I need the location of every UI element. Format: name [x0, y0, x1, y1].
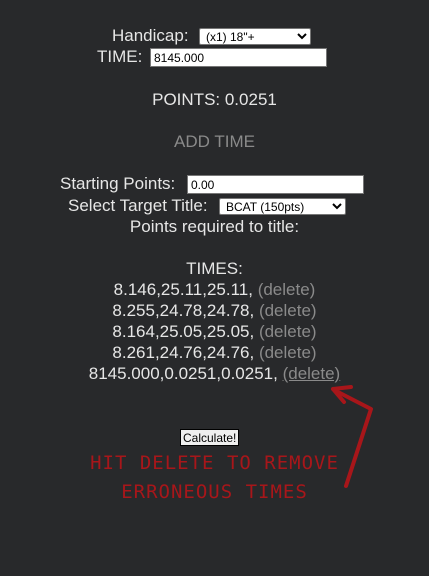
target-title-select[interactable]: BCAT (150pts) — [219, 198, 346, 215]
time-entry: 8.164,25.05,25.05, (delete) — [0, 321, 429, 342]
handicap-label: Handicap: — [112, 26, 189, 45]
time-entry-values: 8.146,25.11,25.11, — [113, 280, 253, 299]
delete-link[interactable]: (delete) — [259, 343, 317, 362]
annotation-line-1: HIT DELETE TO REMOVE — [90, 452, 339, 474]
times-header: TIMES: — [186, 259, 243, 278]
time-input[interactable] — [150, 48, 327, 67]
time-entry: 8.146,25.11,25.11, (delete) — [0, 279, 429, 300]
time-entry-values: 8145.000,0.0251,0.0251, — [88, 364, 278, 383]
time-entry-values: 8.164,25.05,25.05, — [112, 322, 255, 341]
time-entry: 8.261,24.76,24.76, (delete) — [0, 342, 429, 363]
add-time-button[interactable]: ADD TIME — [0, 132, 429, 152]
target-title-label: Select Target Title: — [68, 196, 208, 215]
time-label: TIME: — [97, 47, 143, 66]
starting-points-input[interactable] — [187, 175, 364, 194]
handicap-select[interactable]: (x1) 18"+ — [199, 28, 311, 45]
starting-points-label: Starting Points: — [60, 174, 176, 193]
delete-link[interactable]: (delete) — [258, 280, 316, 299]
time-entry-values: 8.261,24.76,24.76, — [112, 343, 255, 362]
annotation-line-2: ERRONEOUS TIMES — [121, 481, 308, 503]
time-entry-values: 8.255,24.78,24.78, — [112, 301, 255, 320]
points-required-label: Points required to title: — [129, 217, 300, 236]
points-display: POINTS: 0.0251 — [152, 90, 277, 109]
time-entry: 8.255,24.78,24.78, (delete) — [0, 300, 429, 321]
delete-link[interactable]: (delete) — [259, 322, 317, 341]
calculate-button[interactable]: Calculate! — [180, 429, 240, 446]
delete-link[interactable]: (delete) — [259, 301, 317, 320]
